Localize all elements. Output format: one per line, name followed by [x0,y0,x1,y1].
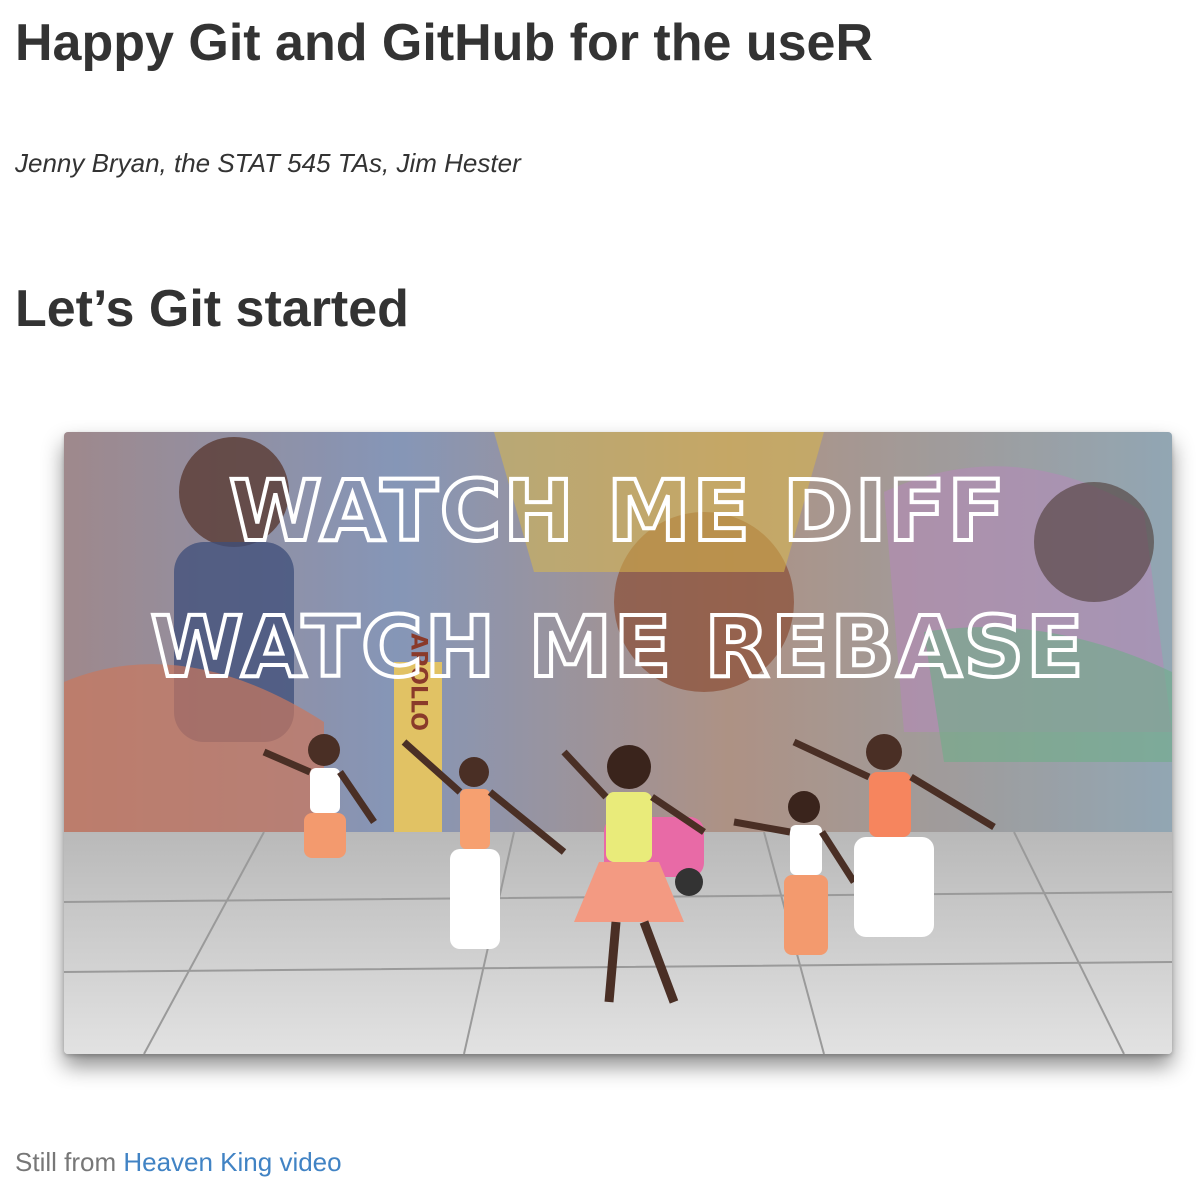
figure-caption: Still from Heaven King video [15,1145,342,1179]
book-authors: Jenny Bryan, the STAT 545 TAs, Jim Heste… [15,148,521,178]
caption-prefix: Still from [15,1147,124,1177]
video-still-image: APOLLO WATCH ME DIFF WATCH ME REBASE [64,432,1172,1054]
book-title: Happy Git and GitHub for the useR [15,14,874,72]
chapter-title: Let’s Git started [15,280,409,338]
overlay-text-line1: WATCH ME DIFF [229,462,1007,560]
overlay-text-line2: WATCH ME REBASE [150,598,1085,696]
heaven-king-video-link[interactable]: Heaven King video [123,1147,341,1177]
